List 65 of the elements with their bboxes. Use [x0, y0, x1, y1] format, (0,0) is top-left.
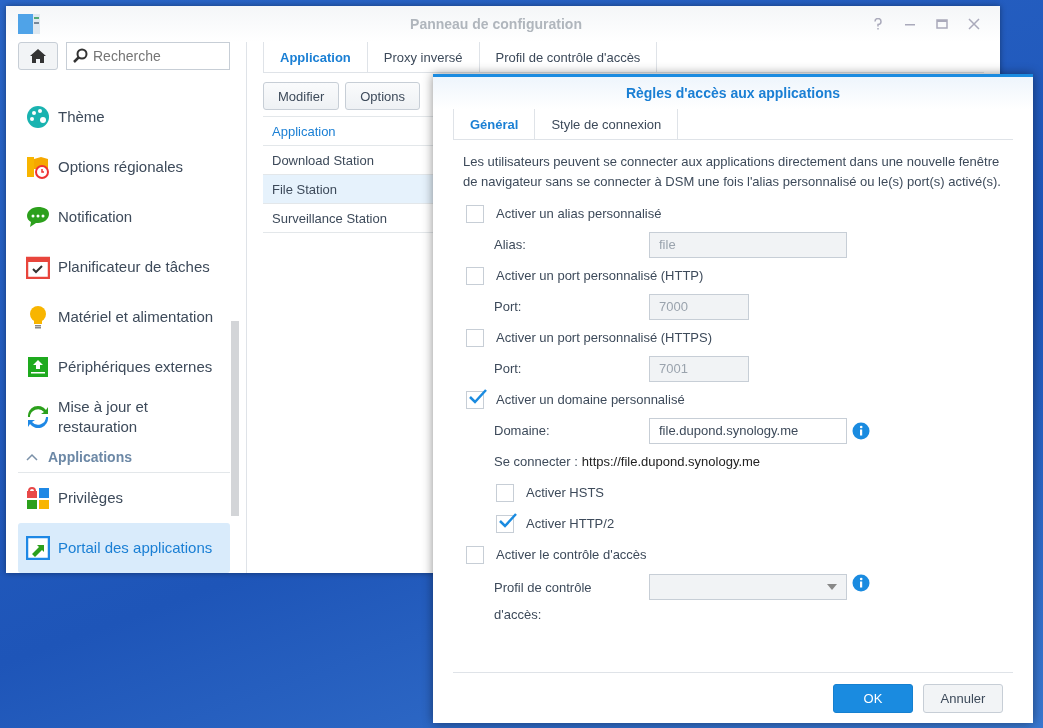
window-title: Panneau de configuration: [409, 16, 583, 32]
checkbox-label[interactable]: Activer le contrôle d'accès: [496, 547, 647, 562]
field-label: Alias:: [494, 237, 527, 252]
sidebar-item[interactable]: Privilèges: [18, 473, 230, 523]
sidebar-item[interactable]: Options régionales: [18, 142, 230, 192]
connect-url: https://file.dupond.synology.me: [581, 454, 761, 469]
dialog-title: Règles d'accès aux applications: [433, 77, 1033, 109]
checkbox[interactable]: [466, 204, 484, 223]
help-icon[interactable]: [872, 18, 884, 30]
sidebar-item[interactable]: Notification: [18, 192, 230, 242]
checkbox[interactable]: [466, 390, 484, 409]
sidebar-item[interactable]: Périphériques externes: [18, 342, 230, 392]
home-button[interactable]: [18, 42, 58, 70]
checkbox[interactable]: [496, 514, 514, 533]
group-header[interactable]: Applications: [48, 449, 132, 465]
calendar-icon: [26, 255, 50, 279]
checkbox-label[interactable]: Activer HSTS: [526, 485, 604, 500]
checkbox-label[interactable]: Activer un domaine personnalisé: [496, 392, 685, 407]
search-icon: [72, 48, 88, 64]
search-field[interactable]: Recherche: [66, 42, 230, 70]
toolbar-button[interactable]: Modifier: [263, 82, 340, 110]
checkbox-label[interactable]: Activer un alias personnalisé: [496, 206, 662, 221]
tab[interactable]: Style de connexion: [534, 109, 679, 139]
field-label: Domaine:: [494, 423, 551, 438]
tab[interactable]: Général: [453, 109, 535, 139]
info-icon[interactable]: [852, 574, 870, 592]
checkbox[interactable]: [466, 328, 484, 347]
lock-grid-icon: [26, 486, 50, 510]
checkbox-label[interactable]: Activer un port personnalisé (HTTP): [496, 268, 704, 283]
refresh-icon: [26, 405, 50, 429]
map-clock-icon: [26, 155, 50, 179]
dropdown[interactable]: [649, 574, 847, 600]
checkbox-label[interactable]: Activer un port personnalisé (HTTPS): [496, 330, 713, 345]
tab[interactable]: Profil de contrôle d'accès: [478, 42, 658, 72]
field-label: Port:: [494, 361, 523, 376]
checkbox[interactable]: [466, 266, 484, 285]
checkbox[interactable]: [496, 483, 514, 502]
sidebar-item[interactable]: Thème: [18, 92, 230, 142]
maximize-icon[interactable]: [936, 18, 948, 30]
caret-icon[interactable]: [26, 453, 38, 461]
scrollbar[interactable]: [231, 321, 239, 516]
home-icon: [29, 48, 47, 64]
app-icon: [18, 13, 40, 35]
connect-label: Se connecter :: [494, 454, 578, 469]
sidebar-item[interactable]: Planificateur de tâches: [18, 242, 230, 292]
toolbar-button[interactable]: Options: [345, 82, 421, 110]
field-label: Port:: [494, 299, 523, 314]
info-icon[interactable]: [852, 421, 870, 440]
dialog-button[interactable]: OK: [833, 683, 913, 713]
tab[interactable]: Application: [263, 42, 367, 72]
checkbox[interactable]: [466, 545, 484, 564]
sidebar-item[interactable]: Matériel et alimentation: [18, 292, 230, 342]
description-text: Les utilisateurs peuvent se connecter aux applications directement dans une nouvelle fenêtre de navigateur sans se connecter à DSM une fois l'alias personnalisé ou le(s) port(s) activé(s).: [463, 153, 1002, 191]
input-field[interactable]: file.dupond.synology.me: [649, 417, 847, 444]
chat-icon: [26, 205, 50, 229]
field-label: Profil de contrôle d'accès:: [494, 579, 593, 624]
sidebar-item[interactable]: Mise à jour et restauration: [18, 392, 230, 442]
close-icon[interactable]: [968, 18, 980, 30]
upload-icon: [26, 355, 50, 379]
shortcut-arrow-icon: [26, 536, 50, 560]
dropdown-arrow-icon[interactable]: [827, 584, 837, 590]
palette-icon: [26, 105, 50, 129]
tab[interactable]: Proxy inversé: [366, 42, 479, 72]
dialog-button[interactable]: Annuler: [923, 683, 1003, 713]
checkbox-label[interactable]: Activer HTTP/2: [526, 516, 615, 531]
